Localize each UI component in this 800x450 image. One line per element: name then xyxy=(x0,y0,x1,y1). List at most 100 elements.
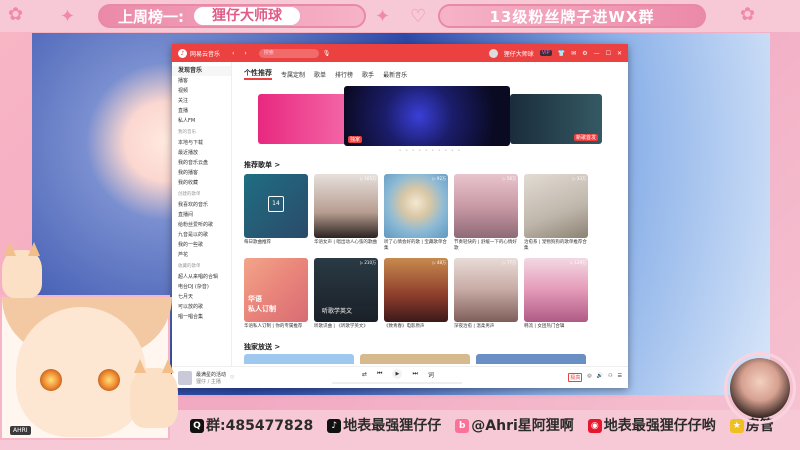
together-icon[interactable]: ⚇ xyxy=(608,373,612,382)
title-right-area: 狸仔大师球 VIP 👕 ✉ ⚙ — ☐ ✕ xyxy=(488,48,622,58)
playlist-caption[interactable]: 节奏轻快的 | 舒缓一下的心情好歌 xyxy=(454,238,518,254)
playlist-caption[interactable]: 华语女声 | 唱出动人心弦的歌曲 xyxy=(314,238,378,254)
exclusive-card[interactable] xyxy=(360,354,470,364)
sidebar-playlist[interactable]: 九音是以的歌 xyxy=(172,230,231,240)
next-button[interactable]: ⏭ xyxy=(412,370,417,378)
sidebar-item-podcast[interactable]: 播客 xyxy=(172,76,231,86)
playlist-card[interactable]: ▷ 56万 节奏轻快的 | 舒缓一下的心情好歌 xyxy=(454,174,518,254)
tab-playlists[interactable]: 歌单 xyxy=(314,70,326,79)
sound-effect-icon[interactable]: ◎ xyxy=(587,373,591,382)
minimize-icon[interactable]: — xyxy=(594,50,600,57)
prev-button[interactable]: ⏮ xyxy=(377,370,382,378)
sidebar-item-live[interactable]: 直播 xyxy=(172,106,231,116)
sidebar-playlist[interactable]: 我喜欢的音乐 xyxy=(172,200,231,210)
sidebar-item-cloud[interactable]: 我的音乐云盘 xyxy=(172,158,231,168)
playlist-caption[interactable]: 韩流 | 女团热门合辑 xyxy=(524,322,588,338)
back-forward-arrows[interactable]: ‹ › xyxy=(232,50,251,57)
sidebar-item-my-podcast[interactable]: 我的播客 xyxy=(172,168,231,178)
fangguan-icon: ★ xyxy=(729,419,744,433)
sidebar-playlist[interactable]: 可以放的歌 xyxy=(172,302,231,312)
sidebar-item-recent[interactable]: 最近播放 xyxy=(172,148,231,158)
search-input[interactable]: 搜索 xyxy=(258,48,319,58)
tab-artists[interactable]: 歌手 xyxy=(362,70,374,79)
user-name[interactable]: 狸仔大师球 xyxy=(504,49,534,58)
sidebar-playlist[interactable]: 电台DJ (杂音) xyxy=(172,282,231,292)
netease-music-window[interactable]: ♪ 网易云音乐 ‹ › 搜索 🎙 狸仔大师球 VIP 👕 ✉ ⚙ — ☐ ✕ 发… xyxy=(172,44,628,388)
carousel-slide-right[interactable]: 新歌首发 xyxy=(510,94,602,144)
playlist-card[interactable]: ▷ 210万 听歌学英文 听歌识曲 | 《听歌学英文》 xyxy=(314,258,378,338)
playlist-caption[interactable]: 听歌识曲 | 《听歌学英文》 xyxy=(314,322,378,338)
lyrics-icon[interactable]: 词 xyxy=(428,370,434,379)
sidebar-item-video[interactable]: 视频 xyxy=(172,86,231,96)
star-icon: ✦ xyxy=(375,6,391,27)
playlist-card[interactable]: 华语 私人订制 华语私人订制 | 你的专属推荐 xyxy=(244,258,308,338)
tab-custom[interactable]: 专属定制 xyxy=(281,70,305,79)
like-heart-icon[interactable]: ♡ xyxy=(230,375,234,381)
playlist-cover[interactable]: ▷ 92万 xyxy=(384,174,448,238)
playlist-cover[interactable]: ▷ 165万 xyxy=(314,174,378,238)
weibo-item: ◉ 地表最强狸仔仔哟 xyxy=(587,415,716,435)
playlist-caption[interactable]: 治愈系 | 宠物狗狗的歌单推荐合集 xyxy=(524,238,588,254)
playlist-caption[interactable]: 华语私人订制 | 你的专属推荐 xyxy=(244,322,308,338)
close-icon[interactable]: ✕ xyxy=(617,50,622,57)
playlist-caption[interactable]: 听了心情会好的歌 | 宝藏歌单合集 xyxy=(384,238,448,254)
playlist-card[interactable]: ▷ 48万 《致青春》电影原声 xyxy=(384,258,448,338)
banner-carousel[interactable]: 新歌首发 独家 • • • • • • • • • • xyxy=(244,86,616,156)
sidebar-playlist[interactable]: 唱一唱合集 xyxy=(172,312,231,322)
sidebar-item-fm[interactable]: 私人FM xyxy=(172,116,231,126)
playlist-card[interactable]: 14 每日歌曲推荐 xyxy=(244,174,308,254)
playlist-queue-icon[interactable]: ☰ xyxy=(618,373,622,382)
mic-icon[interactable]: 🎙 xyxy=(323,50,331,57)
sidebar-item-local[interactable]: 本地与下载 xyxy=(172,138,231,148)
sidebar-playlist[interactable]: 芦花 xyxy=(172,250,231,260)
skin-icon[interactable]: 👕 xyxy=(558,50,565,57)
mail-icon[interactable]: ✉ xyxy=(571,50,576,57)
play-button[interactable]: ▶ xyxy=(392,369,403,379)
qq-group-item: Q 群:485477828 xyxy=(190,415,313,435)
playlist-card[interactable]: ▷ 77万 深夜治愈 | 温柔男声 xyxy=(454,258,518,338)
recommend-title[interactable]: 推荐歌单 > xyxy=(244,160,616,170)
carousel-dots[interactable]: • • • • • • • • • • xyxy=(244,148,616,154)
volume-icon[interactable]: 🔊 xyxy=(597,373,603,382)
playlist-caption[interactable]: 每日歌曲推荐 xyxy=(244,238,308,254)
playlist-cover[interactable]: ▷ 129万 xyxy=(524,258,588,322)
sidebar-item-collection[interactable]: 我的收藏 xyxy=(172,178,231,188)
tab-personal[interactable]: 个性推荐 xyxy=(244,68,272,80)
shuffle-icon[interactable]: ⇄ xyxy=(362,371,367,378)
playlist-cover[interactable]: 14 xyxy=(244,174,308,238)
playlist-cover[interactable]: 华语 私人订制 xyxy=(244,258,308,322)
quality-badge[interactable]: 极高 xyxy=(568,373,583,382)
playlist-cover[interactable]: ▷ 33万 xyxy=(524,174,588,238)
progress-bar[interactable] xyxy=(332,382,462,384)
sidebar-playlist[interactable]: 超人从来唱的合辑 xyxy=(172,272,231,282)
sidebar-item-follow[interactable]: 关注 xyxy=(172,96,231,106)
sidebar-item-discover[interactable]: 发现音乐 xyxy=(172,66,231,76)
playlist-card[interactable]: ▷ 129万 韩流 | 女团热门合辑 xyxy=(524,258,588,338)
sidebar-playlist[interactable]: 给粉丝爱听的歌 xyxy=(172,220,231,230)
playlist-caption[interactable]: 深夜治愈 | 温柔男声 xyxy=(454,322,518,338)
playlist-card[interactable]: ▷ 92万 听了心情会好的歌 | 宝藏歌单合集 xyxy=(384,174,448,254)
playlist-caption[interactable]: 《致青春》电影原声 xyxy=(384,322,448,338)
playlist-card[interactable]: ▷ 165万 华语女声 | 唱出动人心弦的歌曲 xyxy=(314,174,378,254)
tab-new-music[interactable]: 最新音乐 xyxy=(383,70,407,79)
now-playing-cover[interactable] xyxy=(178,370,192,385)
now-playing-artist[interactable]: 狸仔 / 主播 xyxy=(196,378,226,385)
maximize-icon[interactable]: ☐ xyxy=(606,50,611,57)
tab-charts[interactable]: 排行榜 xyxy=(335,70,353,79)
gear-icon[interactable]: ⚙ xyxy=(582,50,587,57)
carousel-slide-left[interactable] xyxy=(258,94,350,144)
playlist-cover[interactable]: ▷ 48万 xyxy=(384,258,448,322)
playlist-cover[interactable]: ▷ 77万 xyxy=(454,258,518,322)
exclusive-card[interactable] xyxy=(476,354,586,364)
exclusive-card[interactable] xyxy=(244,354,354,364)
sidebar-playlist[interactable]: 我的一些歌 xyxy=(172,240,231,250)
playlist-card[interactable]: ▷ 33万 治愈系 | 宠物狗狗的歌单推荐合集 xyxy=(524,174,588,254)
playlist-cover[interactable]: ▷ 56万 xyxy=(454,174,518,238)
exclusive-title[interactable]: 独家放送 > xyxy=(244,342,616,352)
now-playing-title[interactable]: 最满星的活动 xyxy=(196,371,226,378)
playlist-cover[interactable]: ▷ 210万 听歌学英文 xyxy=(314,258,378,322)
avatar[interactable] xyxy=(488,48,498,58)
sidebar-playlist[interactable]: 直播间 xyxy=(172,210,231,220)
sidebar-playlist[interactable]: 七月天 xyxy=(172,292,231,302)
carousel-slide-center[interactable]: 独家 xyxy=(344,86,510,146)
